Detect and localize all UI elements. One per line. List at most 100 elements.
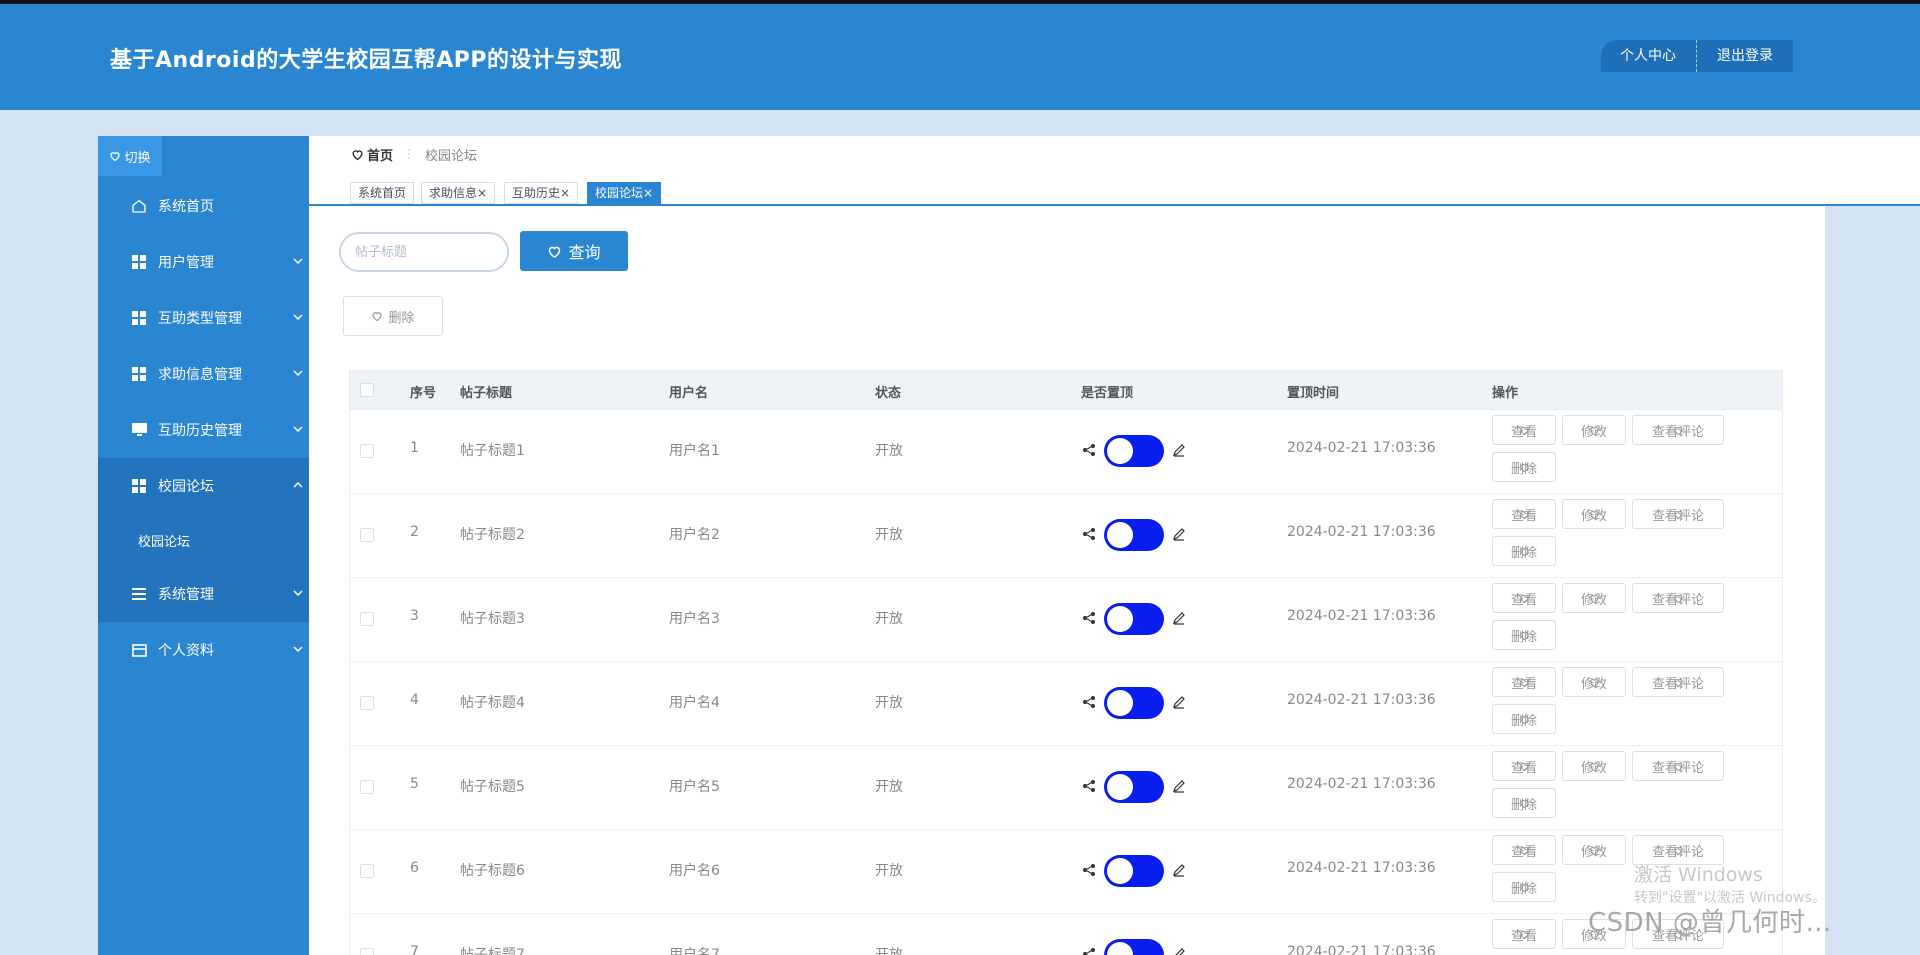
cell-title: 帖子标题2	[460, 527, 525, 543]
sidebar-item-help-requests[interactable]: 求助信息管理	[98, 346, 309, 402]
pinned-switch[interactable]	[1104, 771, 1164, 803]
delete-label: 删除	[1510, 545, 1537, 561]
select-all-checkbox[interactable]	[360, 383, 374, 397]
personal-center-button[interactable]: 个人中心	[1601, 40, 1696, 72]
edit-label: 修改	[1580, 760, 1607, 776]
pinned-switch[interactable]	[1104, 939, 1164, 955]
sidebar-item-users[interactable]: 用户管理	[98, 234, 309, 290]
chevron-down-icon	[293, 646, 303, 653]
edit-button[interactable]: 修改	[1562, 415, 1626, 445]
delete-button[interactable]: 删除	[1492, 704, 1556, 734]
delete-label: 删除	[1510, 713, 1537, 729]
view-button[interactable]: 查看	[1492, 415, 1556, 445]
sidebar-item-profile[interactable]: 个人资料	[98, 622, 309, 678]
sidebar-item-system[interactable]: 系统管理	[98, 566, 309, 622]
table-row: 5 帖子标题5 用户名5 开放 2024-02-21 17:03:36 查看 修改 查看评论删…	[349, 746, 1783, 830]
delete-button[interactable]: 删除	[1492, 788, 1556, 818]
row-checkbox[interactable]	[360, 864, 374, 878]
query-button[interactable]: 查询	[520, 231, 628, 271]
cell-title: 帖子标题7	[460, 947, 525, 955]
view-button[interactable]: 查看	[1492, 667, 1556, 697]
view-label: 查看	[1510, 508, 1537, 524]
delete-button[interactable]: 删除	[1492, 872, 1556, 902]
list-icon	[130, 585, 148, 603]
edit-button[interactable]: 修改	[1562, 499, 1626, 529]
edit-pen-icon	[1173, 864, 1185, 877]
main-content: 查询 删除 序号 帖子标题 用户名 状态 是否置顶 置顶时间 操作 1帖子标题1…	[309, 206, 1825, 955]
delete-button[interactable]: 删除	[1492, 620, 1556, 650]
close-icon[interactable]: ×	[560, 186, 570, 200]
view-button[interactable]: 查看	[1492, 751, 1556, 781]
delete-button[interactable]: 删除	[1492, 452, 1556, 482]
tab-home[interactable]: 系统首页	[350, 182, 415, 204]
share-icon	[1083, 948, 1095, 955]
cell-pin-time: 2024-02-21 17:03:36	[1287, 524, 1436, 540]
edit-label: 修改	[1580, 424, 1607, 440]
sidebar-subitem-forum[interactable]: 校园论坛	[98, 514, 309, 566]
pinned-switch[interactable]	[1104, 519, 1164, 551]
view-button[interactable]: 查看	[1492, 499, 1556, 529]
view-comments-button[interactable]: 查看评论	[1632, 667, 1724, 697]
cell-status: 开放	[875, 947, 903, 955]
sidebar-toggle-button[interactable]: 切换	[98, 136, 162, 176]
view-comments-button[interactable]: 查看评论	[1632, 415, 1724, 445]
view-comments-button[interactable]: 查看评论	[1632, 583, 1724, 613]
row-checkbox[interactable]	[360, 948, 374, 955]
pinned-switch[interactable]	[1104, 687, 1164, 719]
pinned-switch[interactable]	[1104, 855, 1164, 887]
view-comments-button[interactable]: 查看评论	[1632, 751, 1724, 781]
view-comments-label: 查看评论	[1651, 424, 1704, 440]
cell-index: 5	[410, 776, 419, 792]
heart-icon	[352, 149, 363, 160]
sidebar-item-label: 用户管理	[158, 255, 214, 271]
cell-status: 开放	[875, 443, 903, 459]
view-button[interactable]: 查看	[1492, 583, 1556, 613]
row-checkbox[interactable]	[360, 444, 374, 458]
view-comments-button[interactable]: 查看评论	[1632, 499, 1724, 529]
table-row: 2 帖子标题2 用户名2 开放 2024-02-21 17:03:36 查看 修改 查看评论删…	[349, 494, 1783, 578]
pinned-switch[interactable]	[1104, 603, 1164, 635]
sidebar-item-home[interactable]: 系统首页	[98, 178, 309, 234]
tab-help-history[interactable]: 互助历史×	[504, 182, 579, 204]
cell-pin-time: 2024-02-21 17:03:36	[1287, 944, 1436, 955]
chevron-up-icon	[293, 481, 303, 488]
cell-user: 用户名3	[669, 611, 720, 627]
batch-delete-button[interactable]: 删除	[343, 296, 443, 336]
sidebar-item-forum[interactable]: 校园论坛	[98, 458, 309, 514]
col-pin-time: 置顶时间	[1287, 386, 1340, 401]
edit-button[interactable]: 修改	[1562, 751, 1626, 781]
breadcrumb-home-label: 首页	[367, 148, 394, 164]
row-checkbox[interactable]	[360, 528, 374, 542]
switch-knob	[1107, 858, 1133, 884]
grid-icon	[130, 477, 148, 495]
edit-button[interactable]: 修改	[1562, 667, 1626, 697]
row-checkbox[interactable]	[360, 696, 374, 710]
view-button[interactable]: 查看	[1492, 919, 1556, 949]
table-row: 6 帖子标题6 用户名6 开放 2024-02-21 17:03:36 查看 修改 查看评论删…	[349, 830, 1783, 914]
edit-button[interactable]: 修改	[1562, 583, 1626, 613]
view-button[interactable]: 查看	[1492, 835, 1556, 865]
tab-forum[interactable]: 校园论坛×	[587, 182, 662, 204]
breadcrumb-home[interactable]: 首页	[351, 145, 393, 164]
view-label: 查看	[1510, 760, 1537, 776]
share-icon	[1083, 444, 1095, 456]
pinned-switch[interactable]	[1104, 435, 1164, 467]
close-icon[interactable]: ×	[643, 186, 653, 200]
edit-label: 修改	[1580, 592, 1607, 608]
share-icon	[1083, 528, 1095, 540]
edit-pen-icon	[1173, 444, 1185, 457]
close-icon[interactable]: ×	[477, 186, 487, 200]
col-actions: 操作	[1492, 386, 1519, 401]
post-title-search-input[interactable]	[339, 232, 509, 272]
view-label: 查看	[1510, 592, 1537, 608]
sidebar-item-help-types[interactable]: 互助类型管理	[98, 290, 309, 346]
logout-button[interactable]: 退出登录	[1696, 40, 1793, 72]
delete-button[interactable]: 删除	[1492, 536, 1556, 566]
cell-title: 帖子标题4	[460, 695, 525, 711]
row-checkbox[interactable]	[360, 612, 374, 626]
edit-button[interactable]: 修改	[1562, 835, 1626, 865]
tab-help-info[interactable]: 求助信息×	[421, 182, 496, 204]
view-label: 查看	[1510, 676, 1537, 692]
sidebar-item-help-history[interactable]: 互助历史管理	[98, 402, 309, 458]
row-checkbox[interactable]	[360, 780, 374, 794]
